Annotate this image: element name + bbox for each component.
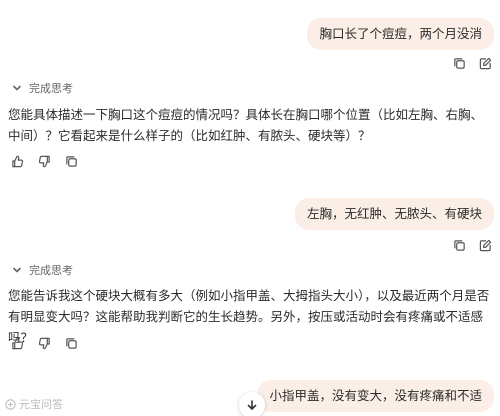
edit-icon[interactable]: [478, 238, 492, 252]
user-message-text: 左胸，无红肿、无脓头、有硬块: [306, 207, 482, 221]
user-message-actions: [452, 238, 492, 252]
assistant-message-text: 您能具体描述一下胸口这个痘痘的情况吗？具体长在胸口哪个位置（比如左胸、右胸、中间…: [8, 108, 484, 143]
scroll-to-bottom-button[interactable]: [239, 392, 265, 416]
assistant-message-text: 您能告诉我这个硬块大概有多大（例如小指甲盖、大拇指头大小），以及最近两个月是否有…: [8, 289, 490, 345]
thinking-label: 完成思考: [29, 265, 73, 277]
edit-icon[interactable]: [478, 56, 492, 70]
copy-icon[interactable]: [64, 154, 78, 168]
watermark-text: 元宝问答: [19, 399, 63, 411]
user-message-bubble: 胸口长了个痘痘，两个月没消: [307, 18, 494, 50]
thumbs-down-icon[interactable]: [37, 336, 51, 350]
assistant-message-actions: [10, 336, 78, 350]
thinking-label: 完成思考: [29, 83, 73, 95]
user-message-text: 胸口长了个痘痘，两个月没消: [319, 27, 482, 41]
user-message-bubble: 小指甲盖，没有变大，没有疼痛和不适: [257, 380, 494, 412]
thumbs-down-icon[interactable]: [37, 154, 51, 168]
thinking-toggle[interactable]: 完成思考: [10, 262, 73, 278]
thumbs-up-icon[interactable]: [10, 154, 24, 168]
user-message-bubble: 左胸，无红肿、无脓头、有硬块: [294, 198, 494, 230]
user-message-text: 小指甲盖，没有变大，没有疼痛和不适: [269, 389, 482, 403]
copy-icon[interactable]: [452, 238, 466, 252]
copy-icon[interactable]: [64, 336, 78, 350]
watermark: 元宝问答: [4, 396, 63, 412]
chevron-down-icon: [10, 81, 24, 95]
thinking-toggle[interactable]: 完成思考: [10, 80, 73, 96]
watermark-logo-icon: [5, 398, 16, 410]
copy-icon[interactable]: [452, 56, 466, 70]
chevron-down-icon: [10, 263, 24, 277]
assistant-message-actions: [10, 154, 78, 168]
arrow-down-icon: [247, 400, 257, 410]
thumbs-up-icon[interactable]: [10, 336, 24, 350]
user-message-actions: [452, 56, 492, 70]
